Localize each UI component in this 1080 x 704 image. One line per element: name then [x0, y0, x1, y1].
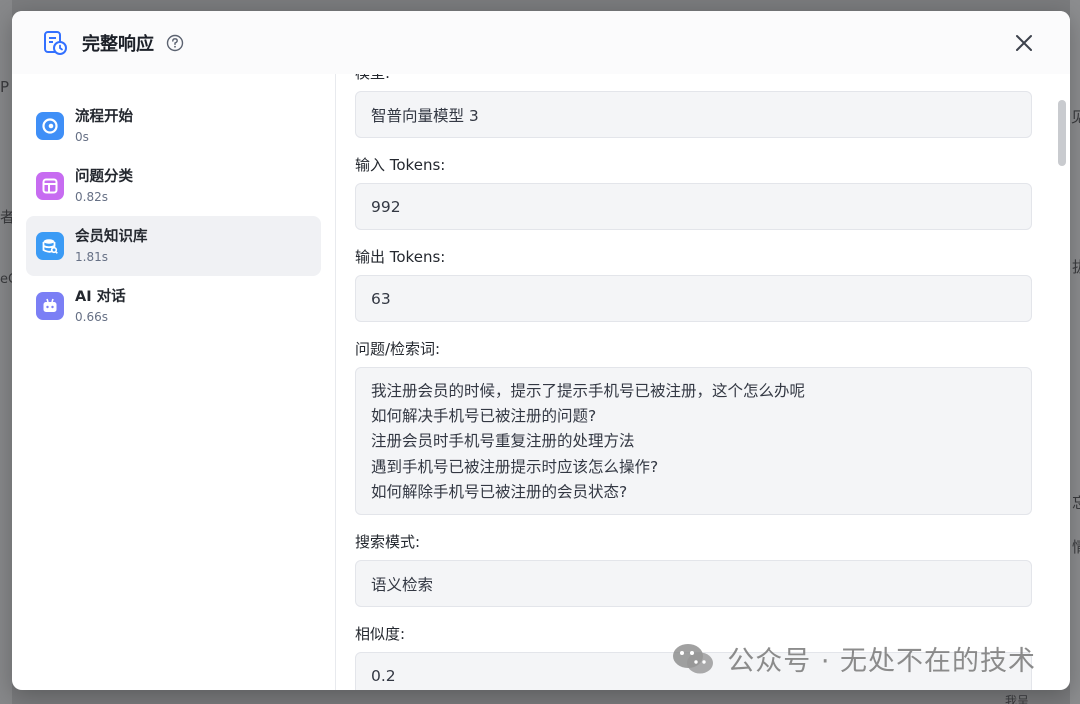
background-panel-left: [0, 0, 12, 704]
play-icon: [36, 112, 64, 140]
node-item-ai-chat[interactable]: AI 对话 0.66s: [26, 276, 321, 336]
node-name: 会员知识库: [75, 228, 148, 245]
watermark: 公众号 · 无处不在的技术: [671, 639, 1036, 678]
node-item-question-classify[interactable]: 问题分类 0.82s: [26, 156, 321, 216]
node-item-member-knowledge-base[interactable]: 会员知识库 1.81s: [26, 216, 321, 276]
query-line: 如何解决手机号已被注册的问题?: [371, 407, 597, 426]
node-name: 问题分类: [75, 168, 133, 185]
layout-icon: [36, 172, 64, 200]
input-tokens-label: 输入 Tokens:: [355, 156, 446, 174]
close-button[interactable]: [1010, 29, 1038, 57]
full-response-modal: 完整响应 流程开始 0s 问题分类 0.82s 会员知识库 1.81s AI 对…: [12, 11, 1070, 690]
node-duration: 0.66s: [75, 309, 108, 324]
query-line: 我注册会员的时候，提示了提示手机号已被注册，这个怎么办呢: [371, 382, 806, 400]
node-duration: 1.81s: [75, 249, 108, 264]
robot-icon: [36, 292, 64, 320]
background-fragment: 忘: [1072, 494, 1080, 512]
flow-history-icon: [44, 30, 67, 55]
node-list-sidebar: 流程开始 0s 问题分类 0.82s 会员知识库 1.81s AI 对话 0.6…: [12, 74, 336, 690]
database-icon: [36, 232, 64, 260]
modal-title: 完整响应: [82, 33, 154, 55]
output-tokens-label: 输出 Tokens:: [355, 248, 446, 266]
query-line: 如何解除手机号已被注册的会员状态?: [371, 482, 628, 501]
node-detail-panel[interactable]: 模型: 智普向量模型 3 输入 Tokens: 992 输出 Tokens: 6…: [337, 74, 1070, 690]
question-circle-icon[interactable]: [166, 34, 184, 52]
node-item-flow-start[interactable]: 流程开始 0s: [26, 96, 321, 156]
node-name: AI 对话: [75, 288, 126, 305]
background-fragment: P: [0, 78, 10, 96]
query-line: 遇到手机号已被注册提示时应该怎么操作?: [371, 457, 659, 476]
model-value: 智普向量模型 3: [355, 91, 1032, 138]
query-line: 注册会员时手机号重复注册的处理方法: [371, 432, 635, 451]
background-fragment: 见: [1071, 108, 1080, 126]
input-tokens-value: 992: [355, 183, 1032, 230]
background-fragment: 拔: [1072, 258, 1080, 276]
detail-fields: 模型: 智普向量模型 3 输入 Tokens: 992 输出 Tokens: 6…: [355, 74, 1032, 690]
output-tokens-value: 63: [355, 275, 1032, 322]
search-mode-value: 语义检索: [355, 560, 1032, 607]
node-duration: 0.82s: [75, 189, 108, 204]
watermark-text: 公众号 · 无处不在的技术: [727, 646, 1036, 677]
close-icon: [1016, 35, 1032, 51]
node-name: 流程开始: [75, 108, 133, 125]
wechat-icon: [673, 643, 714, 673]
scrollbar-thumb[interactable]: [1058, 100, 1066, 166]
background-fragment: 情: [1072, 538, 1080, 556]
modal-header: 完整响应: [12, 11, 1070, 74]
background-fragment: 我呈: [1005, 694, 1030, 704]
query-value: 我注册会员的时候，提示了提示手机号已被注册，这个怎么办呢 如何解决手机号已被注册…: [355, 367, 1032, 515]
query-label: 问题/检索词:: [355, 340, 441, 358]
node-duration: 0s: [75, 129, 89, 144]
search-mode-label: 搜索模式:: [355, 533, 421, 551]
model-label: 模型:: [355, 74, 1032, 83]
